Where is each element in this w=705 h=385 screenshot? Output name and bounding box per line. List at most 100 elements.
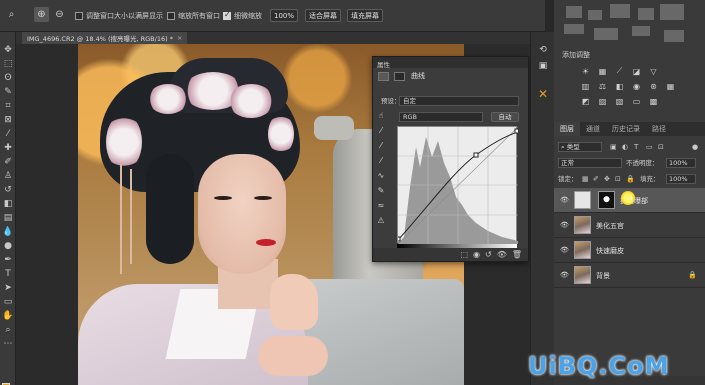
layer-row[interactable]: 👁 快速磨皮 (554, 238, 705, 263)
layer-row[interactable]: 👁 背景 🔒 (554, 263, 705, 288)
channel-dropdown[interactable]: RGB (399, 112, 483, 122)
levels-icon[interactable]: ▦ (597, 66, 608, 76)
layer-filter-dropdown[interactable]: ⌕ 类型 (558, 142, 602, 152)
gradient-map-icon[interactable]: ▭ (631, 96, 642, 106)
clone-stamp-tool-icon[interactable]: ♙ (2, 170, 14, 182)
zoom-tool-icon[interactable]: ⌕ (4, 7, 19, 22)
layer-row[interactable]: 👁 美化五官 (554, 213, 705, 238)
lock-artboard-icon[interactable]: ⊡ (615, 174, 621, 184)
path-select-tool-icon[interactable]: ➤ (2, 282, 14, 294)
zoom-tool-icon[interactable]: ⌕ (2, 324, 14, 336)
eye-icon[interactable]: 👁 (560, 221, 569, 229)
filter-pixel-icon[interactable]: ▣ (610, 142, 617, 152)
eye-icon[interactable]: 👁 (560, 246, 569, 254)
zoom-in-icon[interactable]: ⊕ (34, 7, 49, 22)
clipping-warning-icon[interactable]: ⚠ (375, 214, 387, 226)
lock-pixels-icon[interactable]: ✐ (593, 174, 599, 184)
photo-filter-icon[interactable]: ◉ (631, 81, 642, 91)
opacity-field[interactable]: 100% (666, 158, 696, 168)
curve-point[interactable] (473, 152, 479, 158)
mask-icon[interactable] (394, 71, 405, 81)
scrubby-zoom-checkbox[interactable]: 细微缩放 (223, 9, 262, 23)
delete-icon[interactable]: 🗑 (512, 250, 522, 259)
history-panel-icon[interactable]: ⟲ (537, 44, 549, 56)
color-balance-icon[interactable]: ⚖ (597, 81, 608, 91)
brush-tool-icon[interactable]: ✐ (2, 156, 14, 168)
dodge-tool-icon[interactable]: ● (2, 240, 14, 252)
preset-dropdown[interactable]: 自定 (399, 96, 519, 106)
curves-icon[interactable]: ⟋ (614, 66, 625, 76)
auto-button[interactable]: 自动 (491, 112, 519, 122)
eraser-tool-icon[interactable]: ◧ (2, 198, 14, 210)
on-image-adjust-icon[interactable]: ☝ (375, 109, 387, 121)
channel-mixer-icon[interactable]: ⊛ (648, 81, 659, 91)
reset-icon[interactable]: ↺ (485, 250, 492, 259)
filter-smart-icon[interactable]: ⊡ (658, 142, 664, 152)
vibrance-icon[interactable]: ▽ (648, 66, 659, 76)
eyedropper-tool-icon[interactable]: ⁄ (2, 128, 14, 140)
hand-tool-icon[interactable]: ✋ (2, 310, 14, 322)
fill-screen-button[interactable]: 填充屏幕 (347, 9, 383, 22)
zoom-out-icon[interactable]: ⊖ (52, 7, 67, 22)
exposure-icon[interactable]: ◪ (631, 66, 642, 76)
fill-field[interactable]: 100% (666, 174, 696, 184)
tab-channels[interactable]: 通道 (580, 122, 606, 136)
zoom-100-button[interactable]: 100% (270, 9, 298, 22)
eye-icon[interactable]: 👁 (560, 271, 569, 279)
white-point-eyedropper-icon[interactable]: ⁄ (375, 154, 387, 166)
eye-icon[interactable]: 👁 (560, 196, 569, 204)
posterize-icon[interactable]: ▨ (597, 96, 608, 106)
curve-point[interactable] (395, 236, 401, 242)
document-tab[interactable]: IMG_4696.CR2 @ 18.4% (搜亮曝光, RGB/16) * × (22, 32, 188, 44)
properties-panel-icon[interactable]: ▣ (537, 60, 549, 72)
resize-windows-checkbox[interactable]: 调整窗口大小以满屏显示 (75, 9, 163, 23)
shape-tool-icon[interactable]: ▭ (2, 296, 14, 308)
type-tool-icon[interactable]: T (2, 268, 14, 280)
color-lookup-icon[interactable]: ▦ (665, 81, 676, 91)
filter-type-icon[interactable]: T (634, 142, 638, 152)
blur-tool-icon[interactable]: 💧 (2, 226, 14, 238)
tab-layers[interactable]: 图层 (554, 122, 580, 136)
properties-title[interactable]: 属性 (373, 57, 528, 69)
close-tab-icon[interactable]: × (177, 34, 182, 42)
pencil-draw-icon[interactable]: ✎ (375, 184, 387, 196)
tab-history[interactable]: 历史记录 (606, 122, 646, 136)
visibility-icon[interactable]: 👁 (497, 250, 507, 259)
tab-paths[interactable]: 路径 (646, 122, 672, 136)
threshold-icon[interactable]: ▧ (614, 96, 625, 106)
brush-settings-icon[interactable]: ✕ (537, 87, 549, 101)
blend-mode-dropdown[interactable]: 正常 (558, 158, 622, 168)
gray-point-eyedropper-icon[interactable]: ⁄ (375, 139, 387, 151)
lock-transparent-icon[interactable]: ▦ (582, 174, 589, 184)
lasso-tool-icon[interactable]: ʘ (2, 72, 14, 84)
view-previous-icon[interactable]: ◉ (473, 250, 480, 259)
history-brush-tool-icon[interactable]: ↺ (2, 184, 14, 196)
invert-icon[interactable]: ◩ (580, 96, 591, 106)
hue-saturation-icon[interactable]: ▥ (580, 81, 591, 91)
pen-tool-icon[interactable]: ✒ (2, 254, 14, 266)
filter-adjustment-icon[interactable]: ◐ (622, 142, 628, 152)
lock-position-icon[interactable]: ✥ (604, 174, 610, 184)
curves-graph[interactable] (395, 126, 520, 245)
brightness-icon[interactable]: ☀ (580, 66, 591, 76)
black-point-eyedropper-icon[interactable]: ⁄ (375, 124, 387, 136)
clip-to-layer-icon[interactable]: ⬚ (460, 250, 468, 259)
curve-points-icon[interactable]: ∿ (375, 169, 387, 181)
filter-shape-icon[interactable]: ▭ (646, 142, 653, 152)
fit-screen-button[interactable]: 适合屏幕 (305, 9, 341, 22)
selective-color-icon[interactable]: ▩ (648, 96, 659, 106)
gradient-tool-icon[interactable]: ▤ (2, 212, 14, 224)
more-tools-icon[interactable]: ⋯ (2, 338, 14, 350)
lock-all-icon[interactable]: 🔒 (626, 174, 635, 184)
filter-toggle-icon[interactable]: ● (692, 142, 698, 152)
zoom-all-windows-checkbox[interactable]: 缩放所有窗口 (167, 9, 220, 23)
quick-select-tool-icon[interactable]: ✎ (2, 86, 14, 98)
healing-brush-tool-icon[interactable]: ✚ (2, 142, 14, 154)
move-tool-icon[interactable]: ✥ (2, 44, 14, 56)
smooth-curve-icon[interactable]: ≈ (375, 199, 387, 211)
layer-mask-thumbnail[interactable] (598, 191, 615, 209)
curve-point[interactable] (514, 128, 520, 134)
black-white-icon[interactable]: ◧ (614, 81, 625, 91)
marquee-tool-icon[interactable]: ⬚ (2, 58, 14, 70)
crop-tool-icon[interactable]: ⌗ (2, 100, 14, 112)
